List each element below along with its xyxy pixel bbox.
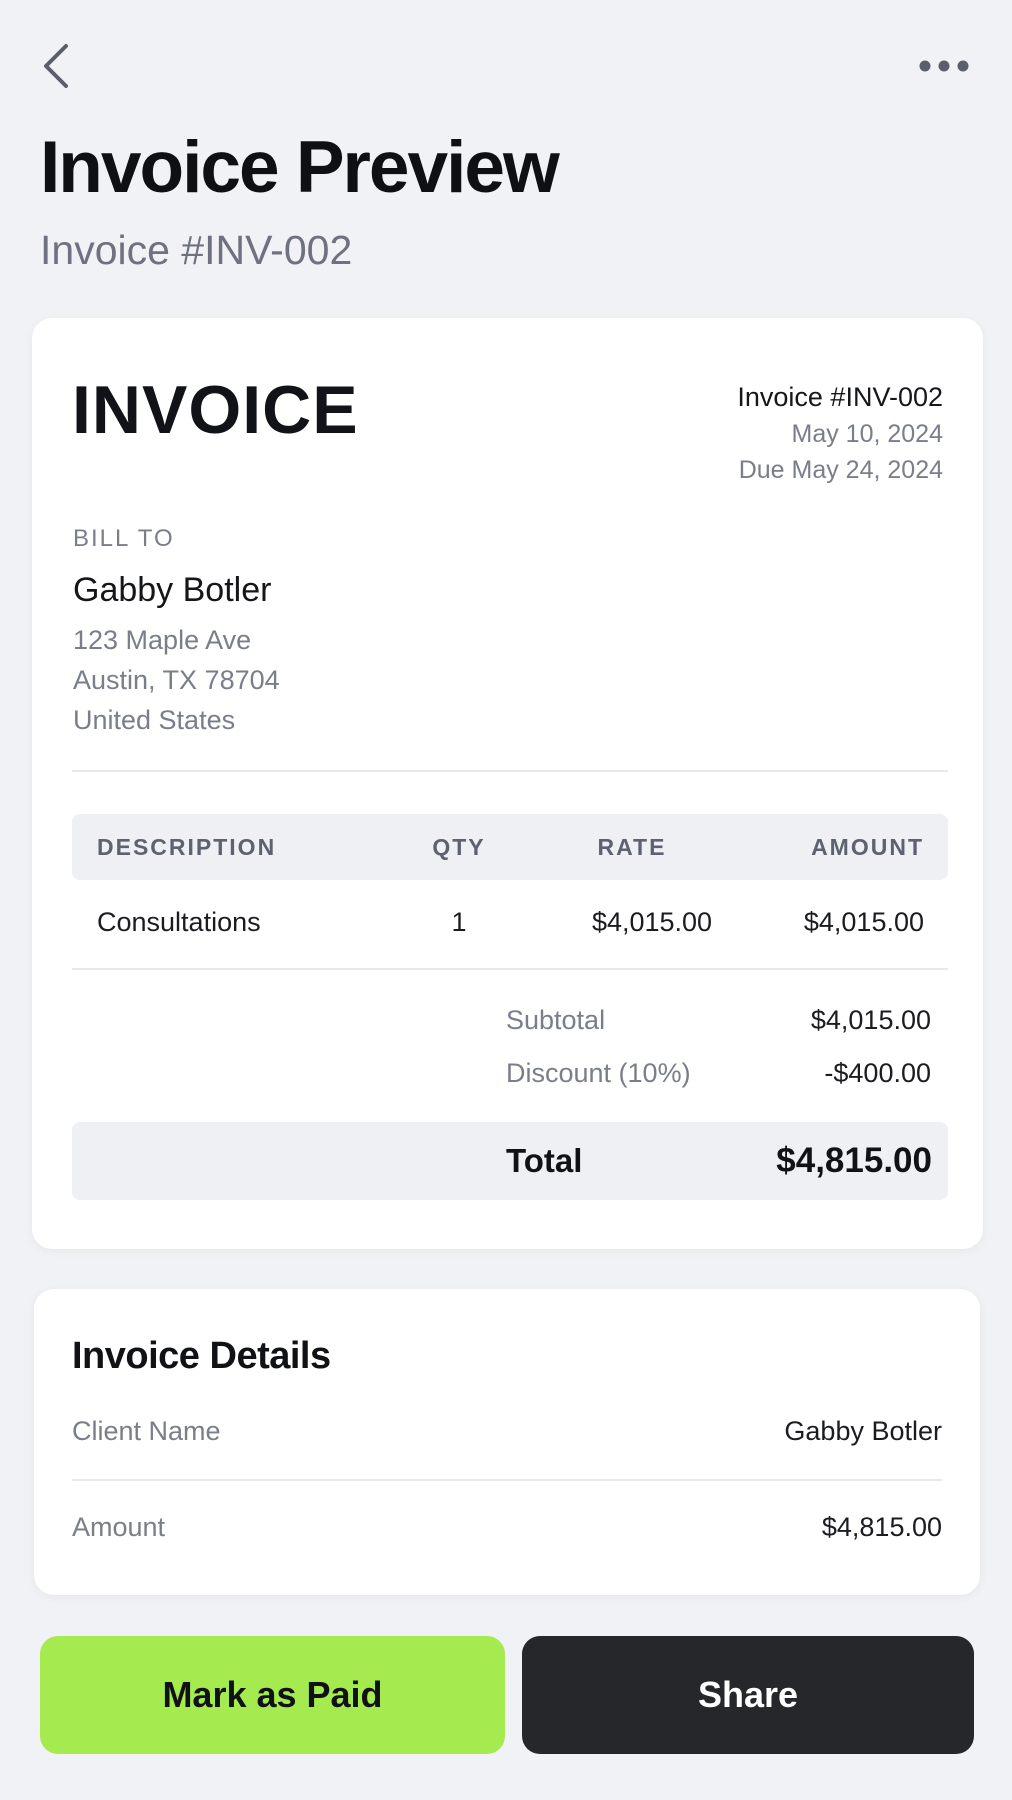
more-options-button[interactable] <box>914 44 974 88</box>
invoice-date: May 10, 2024 <box>791 420 944 448</box>
page-title: Invoice Preview <box>40 127 560 208</box>
total-value: $4,815.00 <box>776 1141 932 1180</box>
cell-amount: $4,015.00 <box>803 907 924 937</box>
column-header-description: DESCRIPTION <box>97 834 277 860</box>
cell-qty: 1 <box>451 907 467 937</box>
subtotal-value: $4,015.00 <box>810 1005 931 1035</box>
cell-description: Consultations <box>97 907 261 937</box>
invoice-number: Invoice #INV-002 <box>737 382 943 412</box>
column-header-qty: QTY <box>432 834 486 860</box>
invoice-details-card: Invoice Details Client Name Gabby Botler… <box>34 1289 980 1595</box>
invoice-heading: INVOICE <box>72 372 359 448</box>
cell-rate: $4,015.00 <box>591 907 713 937</box>
address-line: 123 Maple Ave <box>73 625 252 655</box>
share-button[interactable]: Share <box>522 1636 974 1754</box>
invoice-preview-screen: Invoice Preview Invoice #INV-002 INVOICE… <box>0 0 1012 1800</box>
client-name-value: Gabby Botler <box>784 1416 942 1446</box>
column-header-rate: RATE <box>597 834 667 860</box>
invoice-document-card: INVOICE Invoice #INV-002 May 10, 2024 Du… <box>32 318 983 1249</box>
client-name-label: Client Name <box>72 1416 221 1446</box>
chevron-left-icon <box>44 44 68 88</box>
bill-to-name: Gabby Botler <box>73 571 272 609</box>
details-title: Invoice Details <box>72 1335 331 1377</box>
page-subtitle: Invoice #INV-002 <box>40 227 353 273</box>
mark-as-paid-button[interactable]: Mark as Paid <box>40 1636 505 1754</box>
total-bar: Total $4,815.00 <box>72 1122 948 1200</box>
bill-to-address: 123 Maple Ave Austin, TX 78704 United St… <box>73 620 280 740</box>
more-horizontal-icon <box>919 60 969 72</box>
invoice-meta: Invoice #INV-002 May 10, 2024 Due May 24… <box>737 378 943 488</box>
discount-label: Discount (10%) <box>506 1058 691 1088</box>
divider <box>72 1479 942 1481</box>
address-line: Austin, TX 78704 <box>73 665 280 695</box>
invoice-due-date: Due May 24, 2024 <box>738 456 943 484</box>
divider <box>72 770 948 772</box>
subtotal-label: Subtotal <box>506 1005 606 1035</box>
divider <box>72 968 948 970</box>
amount-value: $4,815.00 <box>821 1512 942 1542</box>
column-header-amount: AMOUNT <box>811 834 924 860</box>
back-button[interactable] <box>34 36 78 96</box>
table-row: Consultations 1 $4,015.00 $4,015.00 <box>72 880 948 964</box>
total-label: Total <box>506 1142 583 1179</box>
discount-value: -$400.00 <box>824 1058 931 1088</box>
bill-to-label: BILL TO <box>73 525 175 552</box>
address-line: United States <box>73 705 236 735</box>
amount-label: Amount <box>72 1512 166 1542</box>
line-items-header: DESCRIPTION QTY RATE AMOUNT <box>72 814 948 880</box>
